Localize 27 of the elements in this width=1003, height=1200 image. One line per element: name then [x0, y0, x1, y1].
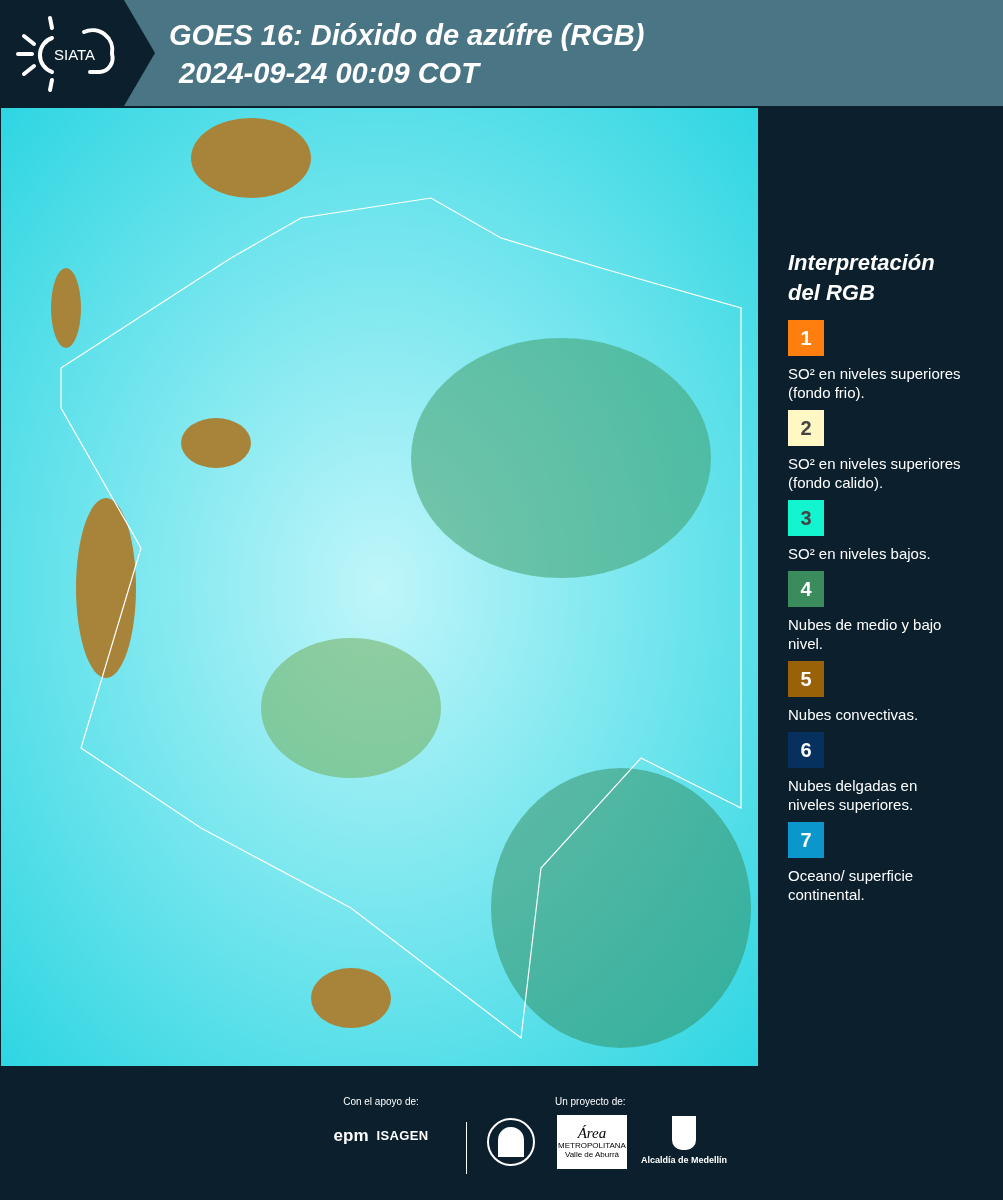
- page-title: GOES 16: Dióxido de azúfre (RGB): [169, 18, 645, 53]
- logo-text: SIATA: [54, 45, 96, 66]
- legend-label: Oceano/ superficie continental.: [788, 866, 915, 904]
- legend-label: Nubes convectivas.: [788, 705, 920, 724]
- legend-label: Nubes delgadas en niveles superiores.: [788, 776, 919, 814]
- legend-label: SO² en niveles superiores (fondo frio).: [788, 364, 962, 402]
- legend-label: Nubes de medio y bajo nivel.: [788, 615, 943, 653]
- isagen-logo: ISAGEN: [376, 1127, 429, 1145]
- alcaldia-logo-text: Alcaldía de Medellín: [641, 1154, 727, 1168]
- project-label: Un proyecto de:: [555, 1095, 627, 1109]
- epm-logo: epm: [333, 1125, 369, 1147]
- legend-number: 3: [800, 506, 812, 531]
- support-label: Con el apoyo de:: [343, 1095, 419, 1109]
- legend-number: 7: [800, 828, 812, 853]
- legend-number: 1: [800, 326, 812, 351]
- legend-label: SO² en niveles bajos.: [788, 544, 932, 563]
- legend-label: SO² en niveles superiores (fondo calido).: [788, 454, 962, 492]
- area-logo-title: Área: [577, 1125, 607, 1141]
- area-logo-subtitle: METROPOLITANA Valle de Aburrá: [557, 1141, 627, 1159]
- legend-number: 4: [800, 577, 812, 602]
- legend-title: Interpretación del RGB: [788, 249, 936, 307]
- legend-number: 5: [800, 667, 812, 692]
- legend-number: 6: [800, 738, 812, 763]
- seal-icon: [487, 1118, 535, 1166]
- timestamp: 2024-09-24 00:09 COT: [177, 56, 482, 91]
- coat-of-arms-icon: [672, 1116, 696, 1151]
- legend-number: 2: [800, 416, 812, 441]
